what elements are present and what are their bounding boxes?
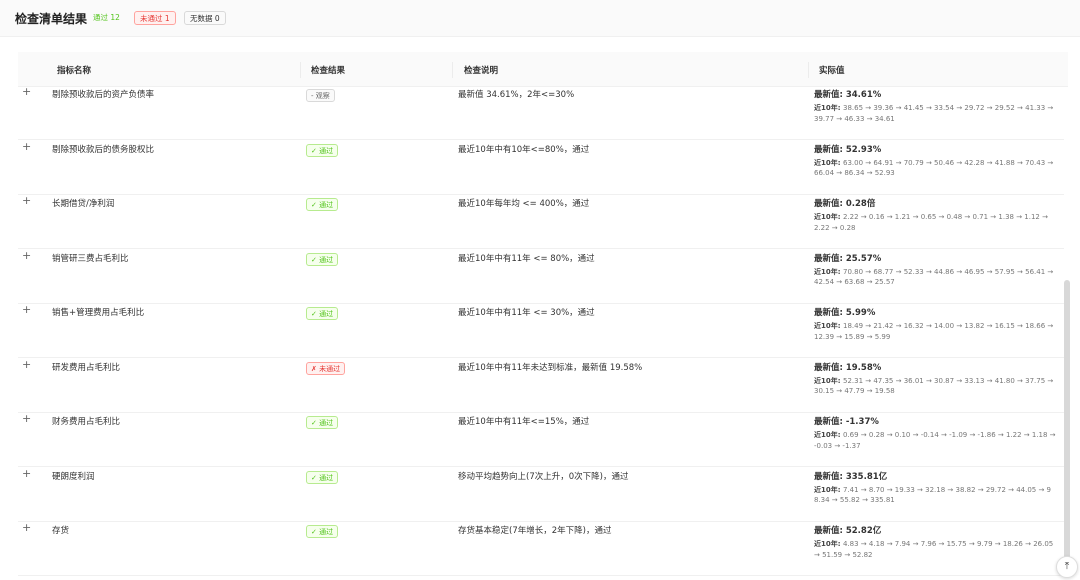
check-description: 最近10年中有11年 <= 80%，通过 [458, 253, 595, 264]
expand-row-icon[interactable]: + [22, 194, 31, 207]
latest-value: 最新值: -1.37% [814, 417, 879, 427]
expand-row-icon[interactable]: + [22, 412, 31, 425]
ten-year-history: 近10年: 52.31 → 47.35 → 36.01 → 30.87 → 33… [814, 376, 1056, 397]
result-tag: ✓ 通过 [306, 525, 339, 538]
result-tag: - 观察 [306, 89, 335, 102]
history-label: 近10年: [814, 104, 843, 112]
history-label: 近10年: [814, 213, 843, 221]
check-description: 最近10年中有11年未达到标准，最新值 19.58% [458, 362, 643, 373]
history-label: 近10年: [814, 485, 843, 494]
metric-name: 剔除预收款后的资产负债率 [52, 90, 155, 100]
no-data-count-badge[interactable]: 无数据 0 [184, 11, 226, 25]
metric-name: 研发费用占毛利比 [52, 362, 121, 373]
fail-count-badge[interactable]: 未通过 1 [134, 11, 176, 25]
column-divider [452, 62, 453, 78]
latest-value: 最新值: 0.28倍 [814, 199, 876, 209]
history-values: 2.22 → 0.16 → 1.21 → 0.65 → 0.48 → 0.71 … [814, 213, 1048, 232]
table-row[interactable]: + 硬朗度利润 ✓ 通过 移动平均趋势向上(7次上升，0次下降)，通过 最新值: 335… [18, 467, 1064, 522]
expand-row-icon[interactable]: + [22, 467, 31, 480]
check-description: 最近10年中有11年 <= 30%，通过 [458, 308, 595, 318]
column-divider [300, 62, 301, 78]
expand-row-icon[interactable]: + [22, 303, 31, 316]
column-header-name[interactable]: 指标名称 [57, 64, 91, 76]
metric-name: 销售+管理费用占毛利比 [52, 308, 145, 318]
table-row[interactable]: + 研发费用占毛利比 ✗ 未通过 最近10年中有11年未达到标准，最新值 19.58%… [18, 358, 1064, 413]
history-values: 7.41 → 8.70 → 19.33 → 32.18 → 38.82 → 29… [814, 485, 1052, 505]
result-tag: ✓ 通过 [306, 198, 339, 211]
latest-value: 最新值: 19.58% [814, 362, 882, 373]
result-tag: ✓ 通过 [306, 252, 339, 266]
results-header: 检查清单结果 通过 12 未通过 1 无数据 0 [0, 0, 1080, 37]
pass-count-badge[interactable]: 通过 12 [88, 11, 125, 25]
check-description: 最近10年中有11年<=15%，通过 [458, 417, 590, 427]
metric-name: 硬朗度利润 [52, 471, 95, 482]
table-row[interactable]: + 存货 ✓ 通过 存货基本稳定(7年增长，2年下降)，通过 最新值: 52.82亿 近1… [18, 521, 1064, 576]
table-row[interactable]: + 长期借贷/净利润 ✓ 通过 最近10年每年均 <= 400%，通过 最新值: 0.2… [18, 194, 1064, 249]
result-tag: ✓ 通过 [306, 143, 339, 157]
latest-value: 最新值: 5.99% [814, 308, 876, 318]
result-tag: ✓ 通过 [306, 470, 339, 484]
history-label: 近10年: [814, 322, 843, 330]
ten-year-history: 近10年: 7.41 → 8.70 → 19.33 → 32.18 → 38.8… [814, 485, 1056, 506]
latest-value: 最新值: 25.57% [814, 253, 882, 264]
expand-row-icon[interactable]: + [22, 140, 31, 153]
check-description: 最新值 34.61%，2年<=30% [458, 90, 575, 100]
latest-value: 最新值: 335.81亿 [814, 471, 888, 482]
column-header-actual-value[interactable]: 实际值 [819, 64, 845, 76]
expand-row-icon[interactable]: + [22, 521, 31, 534]
latest-value: 最新值: 52.82亿 [814, 526, 882, 536]
checklist-table: 指标名称 检查结果 检查说明 实际值 + 剔除预收款后的资产负债率 - 观察 最新值 … [18, 52, 1068, 580]
metric-name: 剔除预收款后的债务股权比 [52, 144, 155, 155]
check-description: 移动平均趋势向上(7次上升，0次下降)，通过 [458, 471, 629, 482]
ten-year-history: 近10年: 4.83 → 4.18 → 7.94 → 7.96 → 15.75 … [814, 539, 1056, 560]
check-description: 最近10年中有10年<=80%，通过 [458, 144, 590, 155]
metric-name: 长期借贷/净利润 [52, 199, 115, 209]
table-row[interactable]: + 销售+管理费用占毛利比 ✓ 通过 最近10年中有11年 <= 30%，通过 最新值:… [18, 303, 1064, 358]
page-title: 检查清单结果 [15, 12, 88, 26]
back-to-top-button[interactable]: ⤒ [1056, 556, 1078, 578]
metric-name: 销管研三费占毛利比 [52, 253, 129, 264]
latest-value: 最新值: 52.93% [814, 144, 882, 155]
result-tag: ✓ 通过 [306, 416, 339, 429]
ten-year-history: 近10年: 38.65 → 39.36 → 41.45 → 33.54 → 29… [814, 103, 1056, 124]
ten-year-history: 近10年: 70.80 → 68.77 → 52.33 → 44.86 → 46… [814, 267, 1056, 288]
history-label: 近10年: [814, 540, 843, 548]
check-description: 最近10年每年均 <= 400%，通过 [458, 199, 590, 209]
metric-name: 财务费用占毛利比 [52, 417, 121, 427]
history-values: 4.83 → 4.18 → 7.94 → 7.96 → 15.75 → 9.79… [814, 540, 1054, 559]
history-label: 近10年: [814, 158, 843, 167]
vertical-scrollbar[interactable] [1064, 280, 1070, 570]
arrow-up-to-line-icon: ⤒ [1064, 561, 1070, 572]
column-divider [808, 62, 809, 78]
result-tag: ✗ 未通过 [306, 361, 346, 375]
table-row[interactable]: + 销管研三费占毛利比 ✓ 通过 最近10年中有11年 <= 80%，通过 最新值: 2… [18, 249, 1064, 304]
expand-row-icon[interactable]: + [22, 358, 31, 371]
history-values: 38.65 → 39.36 → 41.45 → 33.54 → 29.72 → … [814, 104, 1054, 123]
check-description: 存货基本稳定(7年增长，2年下降)，通过 [458, 526, 612, 536]
expand-row-icon[interactable]: + [22, 249, 31, 262]
history-label: 近10年: [814, 431, 843, 439]
history-label: 近10年: [814, 376, 843, 385]
table-row[interactable]: + 剔除预收款后的资产负债率 - 观察 最新值 34.61%，2年<=30% 最新值: … [18, 85, 1064, 140]
table-row[interactable]: + 剔除预收款后的债务股权比 ✓ 通过 最近10年中有10年<=80%，通过 最新值: … [18, 140, 1064, 195]
ten-year-history: 近10年: 0.69 → 0.28 → 0.10 → -0.14 → -1.09… [814, 430, 1056, 451]
history-values: 18.49 → 21.42 → 16.32 → 14.00 → 13.82 → … [814, 322, 1054, 341]
history-values: 52.31 → 47.35 → 36.01 → 30.87 → 33.13 → … [814, 376, 1054, 396]
ten-year-history: 近10年: 63.00 → 64.91 → 70.79 → 50.46 → 42… [814, 158, 1056, 179]
column-header-description[interactable]: 检查说明 [464, 64, 498, 76]
latest-value: 最新值: 34.61% [814, 90, 882, 100]
table-header: 指标名称 检查结果 检查说明 实际值 [18, 52, 1068, 87]
column-header-result[interactable]: 检查结果 [311, 64, 345, 76]
history-values: 0.69 → 0.28 → 0.10 → -0.14 → -1.09 → -1.… [814, 431, 1056, 450]
ten-year-history: 近10年: 18.49 → 21.42 → 16.32 → 14.00 → 13… [814, 321, 1056, 342]
ten-year-history: 近10年: 2.22 → 0.16 → 1.21 → 0.65 → 0.48 →… [814, 212, 1056, 233]
history-values: 63.00 → 64.91 → 70.79 → 50.46 → 42.28 → … [814, 158, 1054, 178]
result-tag: ✓ 通过 [306, 307, 339, 320]
history-label: 近10年: [814, 267, 843, 276]
history-values: 70.80 → 68.77 → 52.33 → 44.86 → 46.95 → … [814, 267, 1054, 287]
metric-name: 存货 [52, 526, 70, 536]
table-row[interactable]: + 财务费用占毛利比 ✓ 通过 最近10年中有11年<=15%，通过 最新值: -1.3… [18, 412, 1064, 467]
